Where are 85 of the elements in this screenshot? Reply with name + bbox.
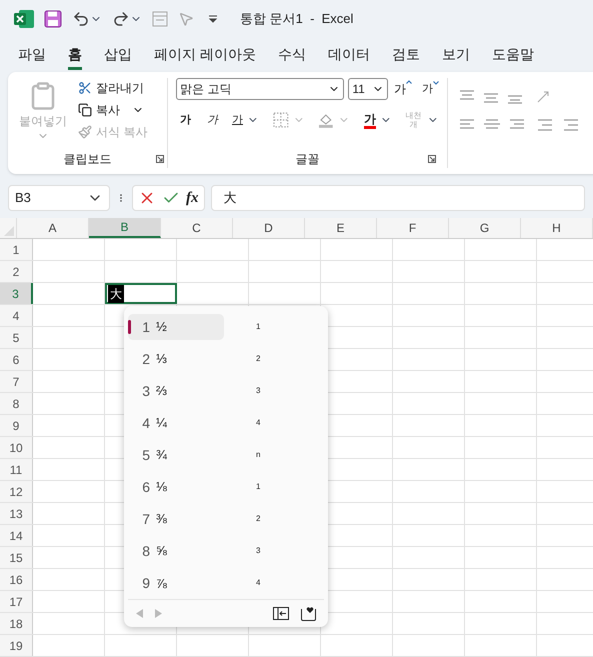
candidate-item[interactable]: 1 ½ xyxy=(128,314,224,340)
underline-button[interactable]: 가 xyxy=(230,112,245,128)
group-label: 글꼴 xyxy=(296,151,320,168)
fill-color-icon[interactable] xyxy=(318,112,334,128)
corner-triangle-icon xyxy=(4,226,14,236)
candidate-item[interactable]: 4 ¼ xyxy=(128,410,224,436)
copy-button[interactable]: 복사 xyxy=(78,101,148,119)
row-header[interactable]: 14 xyxy=(0,525,33,546)
ribbon-tab[interactable]: 데이터 xyxy=(328,40,370,70)
row-header[interactable]: 12 xyxy=(0,481,33,502)
customize-caret-icon[interactable] xyxy=(208,15,218,23)
candidate-hint: 2 xyxy=(256,513,260,526)
candidate-item[interactable]: 2 ⅓ xyxy=(128,346,224,372)
row-header[interactable]: 3 xyxy=(0,283,33,304)
candidate-hint: 3 xyxy=(256,545,260,558)
save-icon[interactable] xyxy=(44,10,62,28)
undo-icon[interactable] xyxy=(72,10,90,28)
heart-icon[interactable] xyxy=(301,606,316,622)
column-header[interactable]: D xyxy=(233,218,305,238)
cut-button[interactable]: 잘라내기 xyxy=(78,79,148,97)
spreadsheet-logo-icon xyxy=(14,10,34,28)
row-header[interactable]: 16 xyxy=(0,569,33,590)
candidate-hint: 4 xyxy=(256,417,260,430)
grow-font-button[interactable]: 가 xyxy=(394,80,412,98)
scissors-icon xyxy=(78,81,92,95)
row-header[interactable]: 5 xyxy=(0,327,33,348)
candidate-hint: 3 xyxy=(256,385,260,398)
column-header[interactable]: C xyxy=(161,218,233,238)
ribbon-tab[interactable]: 수식 xyxy=(278,40,306,70)
candidate-hint: 4 xyxy=(256,577,260,590)
row-header[interactable]: 6 xyxy=(0,349,33,370)
candidate-item[interactable]: 6 ⅛ xyxy=(128,474,224,500)
row-header[interactable]: 11 xyxy=(0,459,33,480)
group-label: 클립보드 xyxy=(64,151,112,168)
active-cell[interactable]: 大 xyxy=(105,283,177,304)
paintbrush-icon xyxy=(78,125,92,139)
candidate-item[interactable]: 7 ⅜ xyxy=(128,506,224,532)
candidate-hint: 2 xyxy=(256,353,260,366)
column-header[interactable]: E xyxy=(305,218,377,238)
redo-icon[interactable] xyxy=(112,10,130,28)
row-header[interactable]: 4 xyxy=(0,305,33,326)
dialog-launcher-icon[interactable] xyxy=(156,155,164,163)
candidate-hint: 1 xyxy=(256,481,260,494)
candidate-item[interactable]: 5 ¾ xyxy=(128,442,224,468)
row-header[interactable]: 13 xyxy=(0,503,33,524)
composing-text: 大 xyxy=(108,284,124,302)
ribbon-tab[interactable]: 검토 xyxy=(392,40,420,70)
row-header[interactable]: 9 xyxy=(0,415,33,436)
candidate-hint: 1 xyxy=(256,321,260,334)
column-header[interactable]: H xyxy=(521,218,593,238)
copy-icon xyxy=(78,103,92,117)
candidate-hint: n xyxy=(256,449,260,462)
font-color-button[interactable]: 가 xyxy=(364,112,376,128)
ribbon-tab[interactable]: 파일 xyxy=(18,40,46,70)
formula-input[interactable]: 大 xyxy=(210,185,585,211)
bold-button[interactable]: 가 xyxy=(176,112,195,128)
name-box[interactable]: B3 xyxy=(8,185,110,211)
row-header[interactable]: 1 xyxy=(0,239,33,260)
column-header[interactable]: G xyxy=(449,218,521,238)
expand-panel-icon[interactable] xyxy=(273,607,289,620)
row-header[interactable]: 7 xyxy=(0,371,33,392)
ribbon-tab[interactable]: 삽입 xyxy=(104,40,132,70)
dialog-launcher-icon[interactable] xyxy=(428,155,436,163)
ribbon-tab[interactable]: 페이지 레이아웃 xyxy=(154,40,256,70)
insert-function-button[interactable]: fx xyxy=(186,186,198,210)
ribbon-tab[interactable]: 보기 xyxy=(442,40,470,70)
font-name-dropdown[interactable]: 맑은 고딕 xyxy=(176,78,344,100)
column-header[interactable]: B xyxy=(89,218,161,238)
window-title: 통합 문서1 - Excel xyxy=(240,10,354,28)
candidate-item[interactable]: 3 ⅔ xyxy=(128,378,224,404)
candidate-item[interactable]: 9 ⅞ xyxy=(128,570,224,596)
row-header[interactable]: 18 xyxy=(0,613,33,634)
row-header[interactable]: 17 xyxy=(0,591,33,612)
row-header[interactable]: 19 xyxy=(0,635,33,656)
row-header[interactable]: 10 xyxy=(0,437,33,458)
row-header[interactable]: 8 xyxy=(0,393,33,414)
row-header[interactable]: 2 xyxy=(0,261,33,282)
shrink-font-button[interactable]: 가 xyxy=(422,80,439,98)
ribbon-tab[interactable]: 도움말 xyxy=(492,40,534,70)
font-size-dropdown[interactable]: 11 xyxy=(348,78,388,100)
row-header[interactable]: 15 xyxy=(0,547,33,568)
italic-button[interactable]: 가 xyxy=(203,112,222,128)
border-icon[interactable] xyxy=(272,112,288,128)
candidate-item[interactable]: 8 ⅝ xyxy=(128,538,224,564)
column-header[interactable]: F xyxy=(377,218,449,238)
